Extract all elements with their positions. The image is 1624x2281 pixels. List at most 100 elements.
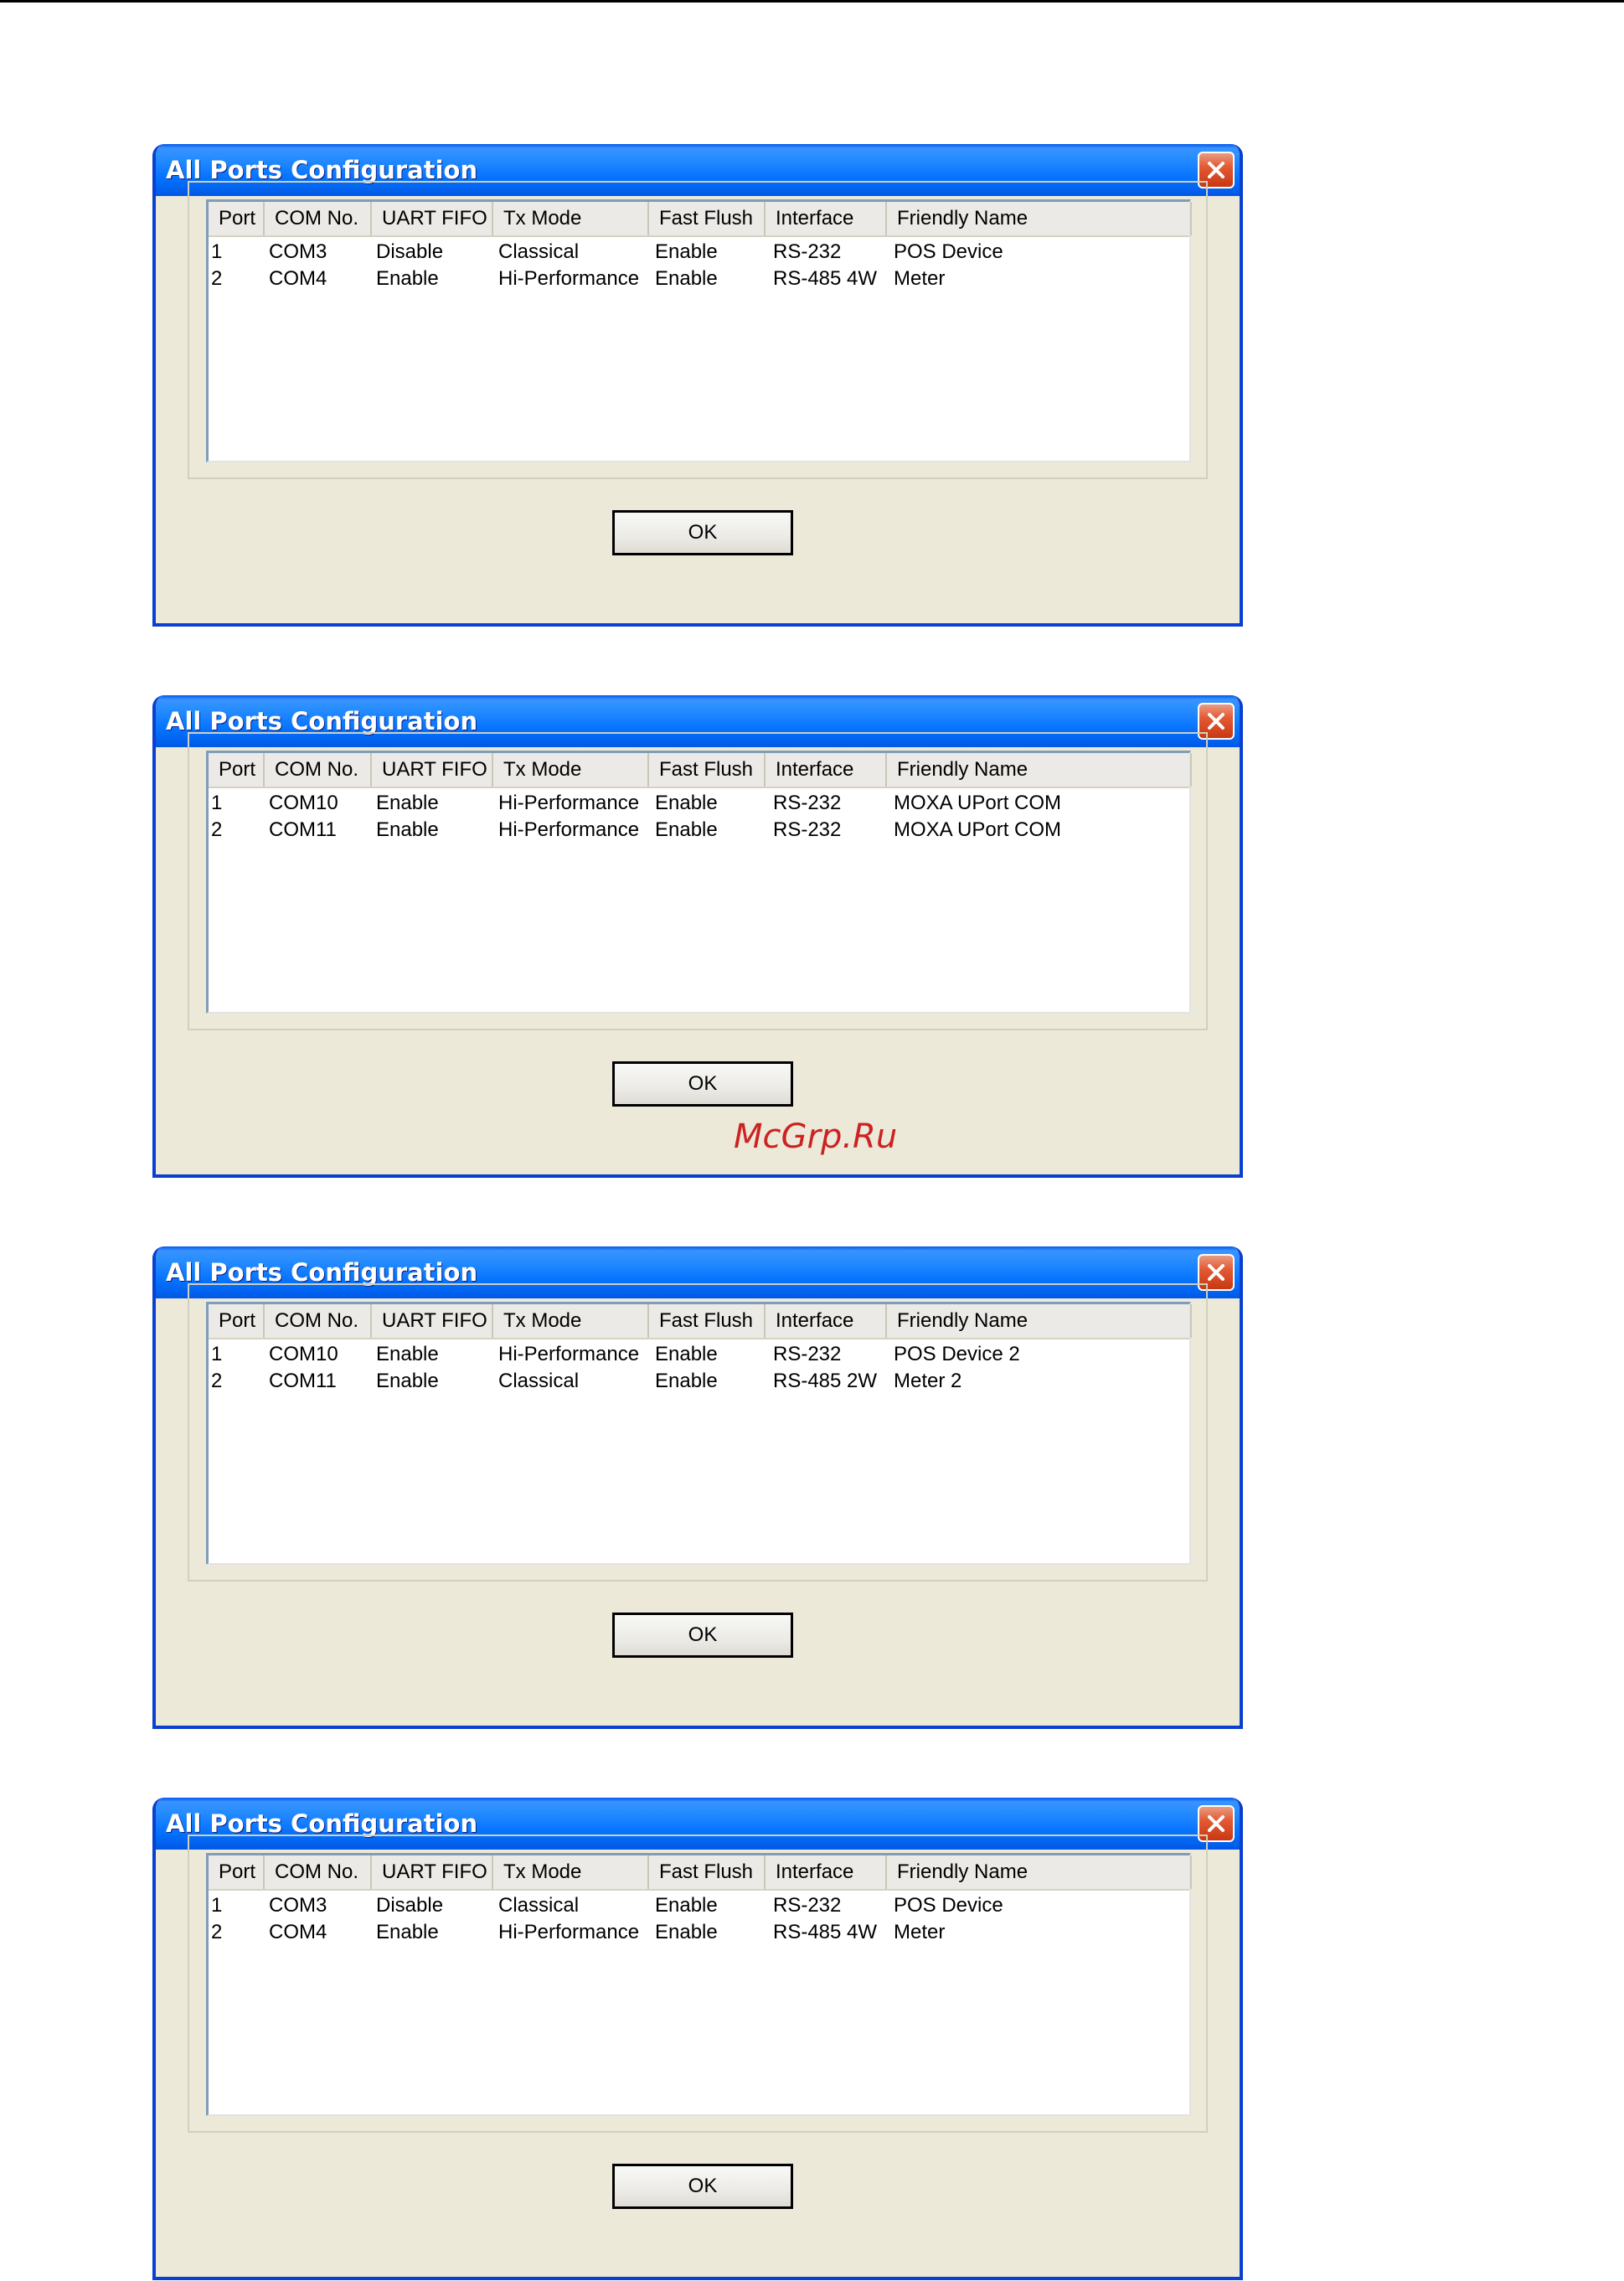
column-header-5[interactable]: Interface — [766, 1855, 887, 1889]
table-cell: Enable — [655, 267, 718, 290]
table-cell: 2 — [211, 1370, 223, 1392]
table-cell: MOXA UPort COM — [894, 818, 1062, 841]
column-header-0[interactable]: Port — [209, 1304, 265, 1338]
table-cell: COM4 — [269, 1921, 327, 1943]
column-header-2[interactable]: UART FIFO — [372, 1304, 493, 1338]
column-header-4[interactable]: Fast Flush — [649, 202, 766, 235]
table-cell: COM10 — [269, 792, 338, 814]
ok-button[interactable]: OK — [612, 2164, 793, 2209]
table-cell: Enable — [376, 267, 439, 290]
list-header: Port COM No. UART FIFO Tx Mode Fast Flush Int… — [209, 1855, 1192, 1891]
column-header-4[interactable]: Fast Flush — [649, 1304, 766, 1338]
table-row[interactable]: 2 COM11 Enable Classical Enable RS-485 2W Mete… — [209, 1368, 1189, 1395]
table-row[interactable]: 2 COM4 Enable Hi-Performance Enable RS-485 4W… — [209, 1919, 1189, 1946]
column-header-1[interactable]: COM No. — [265, 202, 372, 235]
table-cell: Enable — [655, 792, 718, 814]
table-cell: Enable — [655, 1370, 718, 1392]
list-body: 1 COM3 Disable Classical Enable RS-232 POS Dev… — [209, 1891, 1189, 1946]
column-header-3[interactable]: Tx Mode — [493, 1855, 649, 1889]
ok-button[interactable]: OK — [612, 1613, 793, 1658]
dialog-all-ports-configuration: All Ports Configuration Port COM No. UART F… — [152, 1246, 1243, 1729]
ports-list-view[interactable]: Port COM No. UART FIFO Tx Mode Fast Flush Int… — [206, 199, 1192, 462]
column-header-1[interactable]: COM No. — [265, 1855, 372, 1889]
ports-group-box: Port COM No. UART FIFO Tx Mode Fast Flush Int… — [188, 732, 1208, 1030]
close-icon — [1207, 1814, 1225, 1833]
table-row[interactable]: 2 COM4 Enable Hi-Performance Enable RS-485 4W… — [209, 266, 1189, 292]
table-row[interactable]: 1 COM10 Enable Hi-Performance Enable RS-232 PO… — [209, 1341, 1189, 1368]
table-cell: RS-232 — [773, 792, 842, 814]
ports-list-view[interactable]: Port COM No. UART FIFO Tx Mode Fast Flush Int… — [206, 751, 1192, 1014]
column-header-3[interactable]: Tx Mode — [493, 202, 649, 235]
table-row[interactable]: 1 COM10 Enable Hi-Performance Enable RS-232 MO… — [209, 790, 1189, 817]
column-header-4[interactable]: Fast Flush — [649, 753, 766, 787]
table-cell: COM3 — [269, 240, 327, 263]
column-header-0[interactable]: Port — [209, 753, 265, 787]
column-header-2[interactable]: UART FIFO — [372, 1855, 493, 1889]
table-cell: Hi-Performance — [498, 1921, 640, 1943]
table-cell: Enable — [376, 1921, 439, 1943]
ports-list-view[interactable]: Port COM No. UART FIFO Tx Mode Fast Flush Int… — [206, 1853, 1192, 2116]
column-header-1[interactable]: COM No. — [265, 753, 372, 787]
column-header-5[interactable]: Interface — [766, 753, 887, 787]
table-row[interactable]: 1 COM3 Disable Classical Enable RS-232 POS Dev… — [209, 239, 1189, 266]
close-icon — [1207, 161, 1225, 179]
table-cell: RS-485 4W — [773, 267, 878, 290]
column-header-0[interactable]: Port — [209, 202, 265, 235]
table-cell: POS Device — [894, 1894, 1003, 1917]
column-header-2[interactable]: UART FIFO — [372, 753, 493, 787]
table-cell: 2 — [211, 1921, 223, 1943]
table-cell: COM11 — [269, 1370, 337, 1392]
table-cell: Enable — [376, 818, 439, 841]
column-header-6[interactable]: Friendly Name — [887, 1304, 1192, 1338]
table-cell: Disable — [376, 240, 444, 263]
table-cell: Enable — [655, 1921, 718, 1943]
table-cell: Enable — [376, 792, 439, 814]
column-header-6[interactable]: Friendly Name — [887, 753, 1192, 787]
table-cell: COM3 — [269, 1894, 327, 1917]
table-cell: Enable — [655, 1343, 718, 1365]
close-icon — [1207, 1263, 1225, 1282]
table-cell: Disable — [376, 1894, 444, 1917]
column-header-0[interactable]: Port — [209, 1855, 265, 1889]
table-cell: Classical — [498, 1370, 580, 1392]
list-body: 1 COM3 Disable Classical Enable RS-232 POS Dev… — [209, 237, 1189, 292]
list-header: Port COM No. UART FIFO Tx Mode Fast Flush Int… — [209, 202, 1192, 237]
column-header-5[interactable]: Interface — [766, 1304, 887, 1338]
table-row[interactable]: 2 COM11 Enable Hi-Performance Enable RS-232 MO… — [209, 817, 1189, 844]
column-header-3[interactable]: Tx Mode — [493, 753, 649, 787]
table-cell: Enable — [376, 1343, 439, 1365]
table-cell: RS-232 — [773, 1894, 842, 1917]
table-cell: RS-232 — [773, 1343, 842, 1365]
page-top-rule — [0, 0, 1624, 3]
ports-group-box: Port COM No. UART FIFO Tx Mode Fast Flush Int… — [188, 1283, 1208, 1582]
dialog-all-ports-configuration: All Ports Configuration Port COM No. UART F… — [152, 1798, 1243, 2280]
column-header-3[interactable]: Tx Mode — [493, 1304, 649, 1338]
table-cell: 1 — [211, 1343, 223, 1365]
ok-button[interactable]: OK — [612, 510, 793, 555]
table-cell: COM4 — [269, 267, 327, 290]
ports-list-view[interactable]: Port COM No. UART FIFO Tx Mode Fast Flush Int… — [206, 1302, 1192, 1565]
table-row[interactable]: 1 COM3 Disable Classical Enable RS-232 POS Dev… — [209, 1892, 1189, 1919]
column-header-1[interactable]: COM No. — [265, 1304, 372, 1338]
column-header-4[interactable]: Fast Flush — [649, 1855, 766, 1889]
table-cell: Hi-Performance — [498, 818, 640, 841]
table-cell: POS Device 2 — [894, 1343, 1020, 1365]
table-cell: Enable — [655, 1894, 718, 1917]
table-cell: Classical — [498, 1894, 580, 1917]
table-cell: Enable — [655, 240, 718, 263]
list-header: Port COM No. UART FIFO Tx Mode Fast Flush Int… — [209, 753, 1192, 788]
table-cell: Meter 2 — [894, 1370, 962, 1392]
table-cell: POS Device — [894, 240, 1003, 263]
column-header-2[interactable]: UART FIFO — [372, 202, 493, 235]
ports-group-box: Port COM No. UART FIFO Tx Mode Fast Flush Int… — [188, 1835, 1208, 2133]
column-header-5[interactable]: Interface — [766, 202, 887, 235]
list-body: 1 COM10 Enable Hi-Performance Enable RS-232 PO… — [209, 1339, 1189, 1395]
table-cell: RS-485 4W — [773, 1921, 878, 1943]
ok-button[interactable]: OK — [612, 1061, 793, 1107]
column-header-6[interactable]: Friendly Name — [887, 1855, 1192, 1889]
table-cell: Hi-Performance — [498, 792, 640, 814]
column-header-6[interactable]: Friendly Name — [887, 202, 1192, 235]
table-cell: 2 — [211, 267, 223, 290]
table-cell: 1 — [211, 792, 223, 814]
table-cell: COM11 — [269, 818, 337, 841]
